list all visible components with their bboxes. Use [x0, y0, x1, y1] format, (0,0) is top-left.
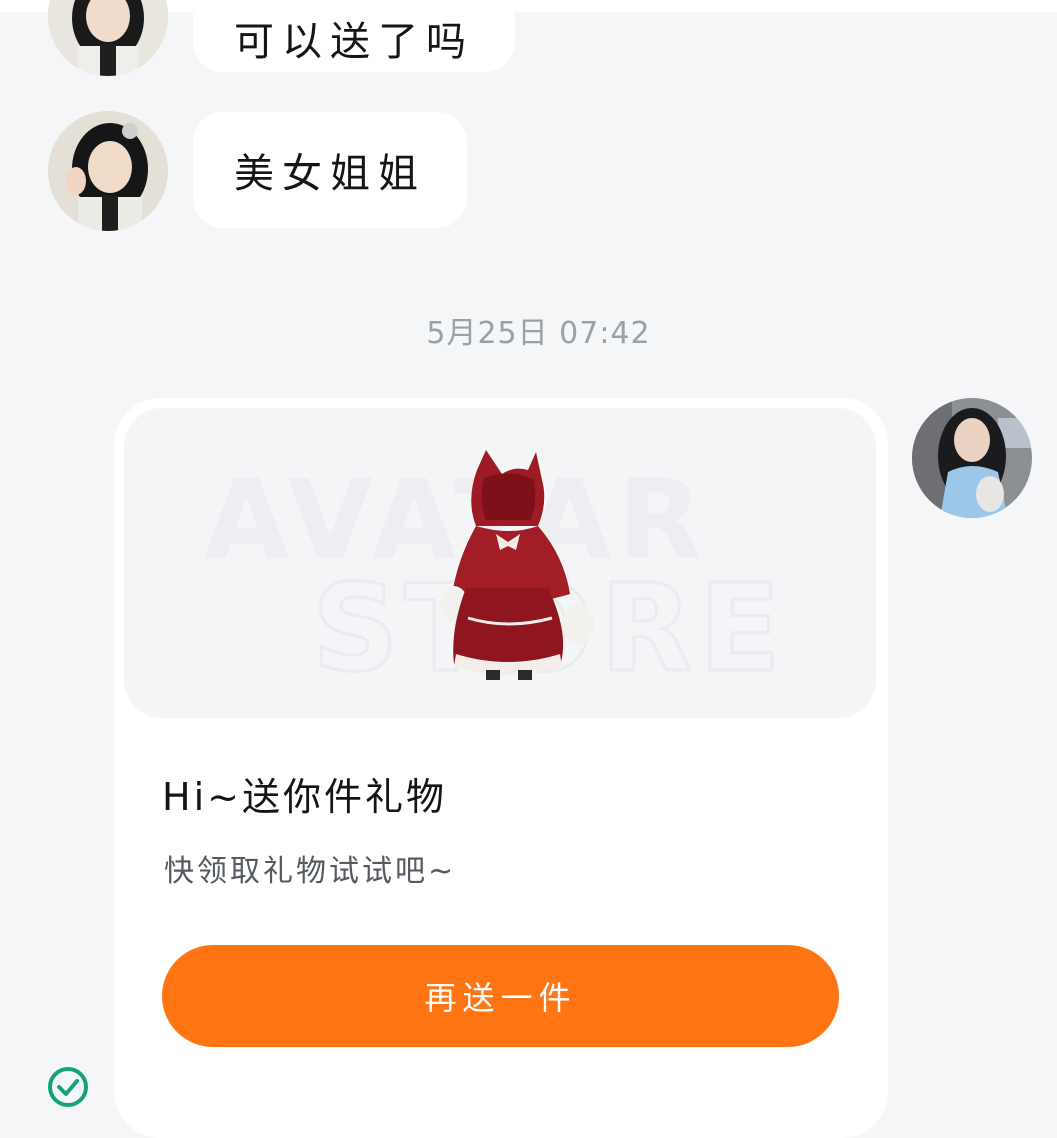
- check-circle-icon: [47, 1066, 89, 1108]
- sender-avatar[interactable]: [48, 0, 168, 76]
- sender-avatar[interactable]: [48, 111, 168, 231]
- send-again-button[interactable]: 再送一件: [162, 945, 839, 1047]
- message-text: 可以送了吗: [234, 19, 474, 65]
- gift-subtitle: 快领取礼物试试吧~: [164, 854, 457, 889]
- gift-preview-art: AVATAR STORE: [204, 450, 782, 701]
- avatar-photo: [48, 111, 168, 231]
- avatar-photo: [48, 0, 168, 76]
- message-bubble[interactable]: 美女姐姐: [193, 112, 467, 228]
- avatar-photo: [912, 398, 1032, 518]
- message-timestamp: 5月25日 07:42: [426, 316, 651, 351]
- message-text: 美女姐姐: [234, 151, 426, 197]
- own-avatar[interactable]: [912, 398, 1032, 518]
- message-bubble[interactable]: 可以送了吗: [193, 0, 515, 72]
- gift-title: Hi~送你件礼物: [162, 775, 447, 819]
- gift-preview[interactable]: AVATAR STORE: [124, 408, 876, 718]
- gift-card[interactable]: AVATAR STORE: [114, 398, 888, 1138]
